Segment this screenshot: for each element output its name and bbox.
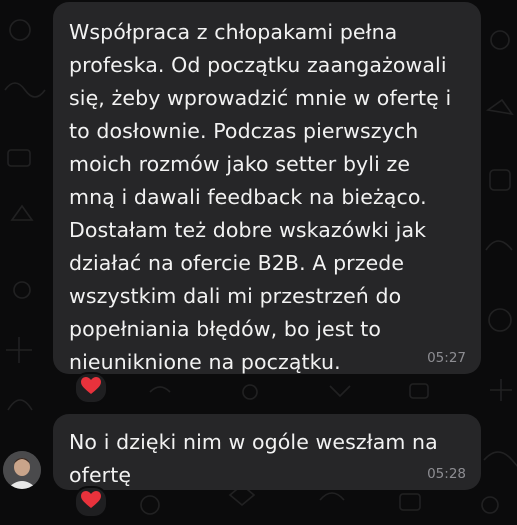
heart-icon (81, 377, 101, 399)
avatar[interactable] (3, 451, 41, 489)
message-reaction[interactable] (74, 372, 108, 404)
heart-icon (81, 491, 101, 513)
message-timestamp: 05:28 (427, 466, 466, 482)
message-bubble-incoming[interactable]: Współpraca z chłopakami pełna profeska. … (53, 2, 481, 374)
message-timestamp: 05:27 (427, 350, 466, 366)
message-bubble-incoming[interactable]: No i dzięki nim w ogóle weszłam na ofert… (53, 414, 481, 490)
message-text: Współpraca z chłopakami pełna profeska. … (69, 20, 452, 374)
message-reaction[interactable] (74, 486, 108, 518)
message-text: No i dzięki nim w ogóle weszłam na ofert… (69, 430, 438, 487)
